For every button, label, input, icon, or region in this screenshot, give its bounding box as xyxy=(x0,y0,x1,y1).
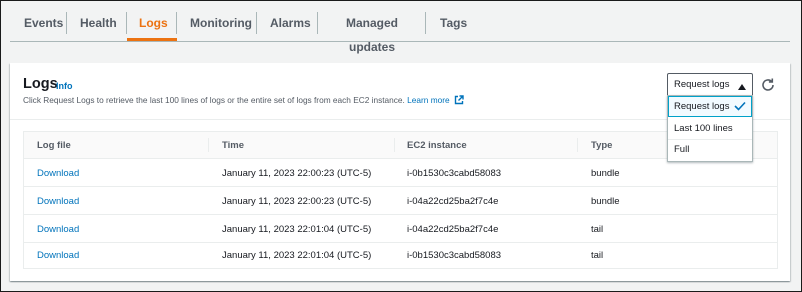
table-row: Download January 11, 2023 22:00:23 (UTC-… xyxy=(24,159,777,187)
download-link[interactable]: Download xyxy=(37,250,79,261)
download-link[interactable]: Download xyxy=(37,196,79,207)
window-frame: Events Health Logs Monitoring Alarms Man… xyxy=(0,0,802,292)
request-logs-button[interactable]: Request logs xyxy=(667,73,753,97)
menu-item-label: Last 100 lines xyxy=(674,123,733,134)
panel-description: Click Request Logs to retrieve the last … xyxy=(23,95,464,107)
tab-health[interactable]: Health xyxy=(80,11,117,35)
table-header: Log file Time EC2 instance Type xyxy=(24,132,777,159)
time-cell: January 11, 2023 22:00:23 (UTC-5) xyxy=(222,196,372,207)
info-link[interactable]: Info xyxy=(56,81,73,91)
active-tab-indicator xyxy=(127,38,177,41)
request-logs-label: Request logs xyxy=(674,79,730,90)
type-cell: bundle xyxy=(591,196,620,207)
tab-separator xyxy=(256,12,257,34)
column-header-time: Time xyxy=(222,140,245,151)
panel-title: Logs xyxy=(23,76,58,92)
instance-cell: i-04a22cd25ba2f7c4e xyxy=(407,224,499,235)
time-cell: January 11, 2023 22:01:04 (UTC-5) xyxy=(222,224,372,235)
column-header-log-file: Log file xyxy=(37,140,71,151)
table-row: Download January 11, 2023 22:01:04 (UTC-… xyxy=(24,215,777,243)
caret-up-icon xyxy=(738,82,746,93)
type-cell: tail xyxy=(591,224,604,235)
column-header-type: Type xyxy=(591,140,613,151)
refresh-icon[interactable] xyxy=(760,77,776,93)
type-cell: tail xyxy=(591,250,604,261)
menu-item-last-100-lines[interactable]: Last 100 lines xyxy=(668,118,752,140)
column-divider xyxy=(394,138,395,152)
logs-table: Log file Time EC2 instance Type Download… xyxy=(23,131,778,269)
instance-cell: i-04a22cd25ba2f7c4e xyxy=(407,196,499,207)
tab-managed-updates[interactable]: Managed updates xyxy=(330,11,414,54)
tab-alarms[interactable]: Alarms xyxy=(270,11,311,35)
description-text: Click Request Logs to retrieve the last … xyxy=(23,95,405,105)
menu-item-label: Request logs xyxy=(674,101,730,112)
tab-separator xyxy=(66,12,67,34)
tab-separator xyxy=(425,12,426,34)
tab-logs[interactable]: Logs xyxy=(139,11,168,35)
download-link[interactable]: Download xyxy=(37,168,79,179)
column-header-ec2-instance: EC2 instance xyxy=(407,140,467,151)
tab-tags[interactable]: Tags xyxy=(440,11,467,35)
menu-item-request-logs[interactable]: Request logs xyxy=(668,96,752,117)
type-cell: bundle xyxy=(591,168,620,179)
tab-separator xyxy=(176,12,177,34)
menu-item-label: Full xyxy=(674,144,690,155)
column-divider xyxy=(208,138,209,152)
download-link[interactable]: Download xyxy=(37,224,79,235)
tab-bar: Events Health Logs Monitoring Alarms Man… xyxy=(10,1,790,54)
table-row: Download January 11, 2023 22:01:04 (UTC-… xyxy=(24,241,777,268)
time-cell: January 11, 2023 22:00:23 (UTC-5) xyxy=(222,168,372,179)
tab-monitoring[interactable]: Monitoring xyxy=(190,11,252,35)
learn-more-link[interactable]: Learn more xyxy=(407,95,449,105)
instance-cell: i-0b1530c3cabd58083 xyxy=(407,250,502,261)
tab-separator xyxy=(317,12,318,34)
menu-item-full[interactable]: Full xyxy=(668,139,752,160)
instance-cell: i-0b1530c3cabd58083 xyxy=(407,168,502,179)
tab-events[interactable]: Events xyxy=(24,11,63,35)
time-cell: January 11, 2023 22:01:04 (UTC-5) xyxy=(222,250,372,261)
external-link-icon xyxy=(454,95,464,107)
tab-separator xyxy=(126,12,127,34)
request-logs-menu: Request logs Last 100 lines Full xyxy=(667,95,753,162)
table-row: Download January 11, 2023 22:00:23 (UTC-… xyxy=(24,187,777,215)
checkmark-icon xyxy=(734,101,746,114)
column-divider xyxy=(577,138,578,152)
